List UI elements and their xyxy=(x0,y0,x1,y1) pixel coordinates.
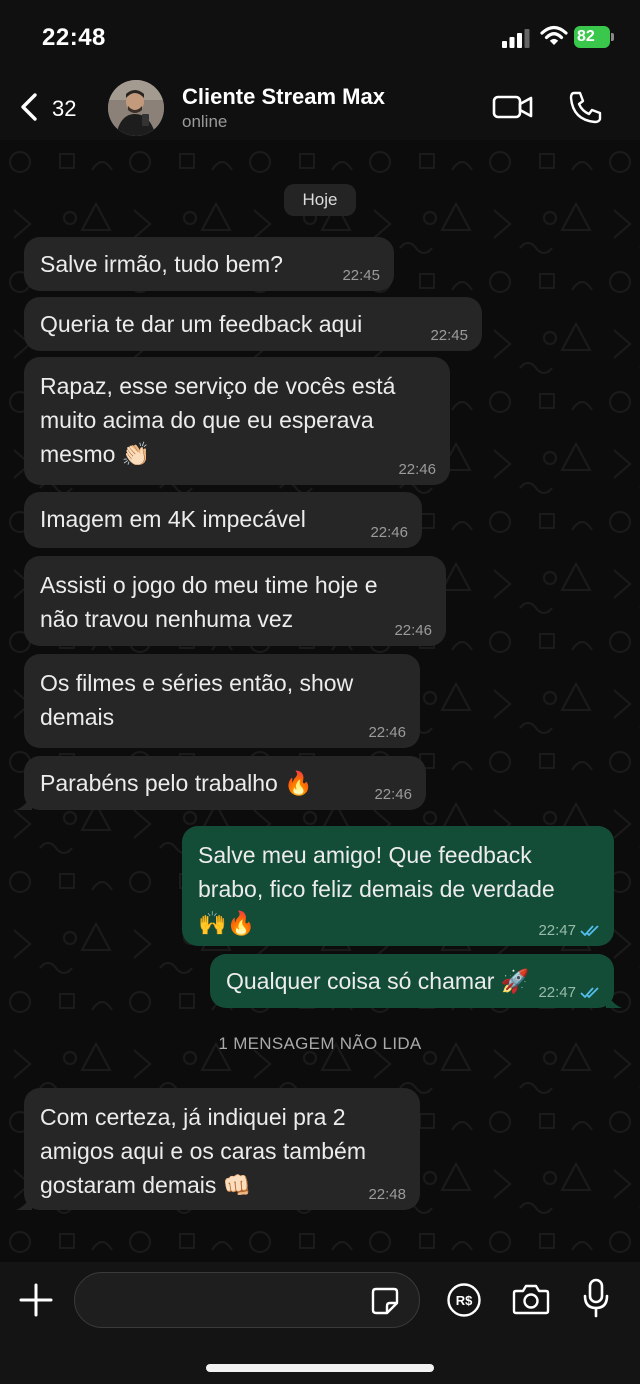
home-indicator xyxy=(206,1364,434,1372)
message-text: Queria te dar um feedback aqui xyxy=(40,311,363,337)
message-time: 22:46 xyxy=(370,524,408,541)
message-bubble-incoming[interactable]: Rapaz, esse serviço de vocês está muito … xyxy=(24,357,450,485)
message-time: 22:46 xyxy=(398,461,436,478)
message-text: Parabéns pelo trabalho 🔥 xyxy=(40,770,313,796)
message-time: 22:46 xyxy=(374,786,412,803)
battery-level: 82 xyxy=(574,26,610,48)
unread-chats-count: 32 xyxy=(52,96,77,121)
wifi-icon xyxy=(540,25,568,45)
message-text: Rapaz, esse serviço de vocês está muito … xyxy=(40,373,396,467)
message-bubble-incoming[interactable]: Com certeza, já indiquei pra 2 amigos aq… xyxy=(16,1088,420,1210)
message-text: Assisti o jogo do meu time hoje e não tr… xyxy=(40,572,378,632)
message-time: 22:48 xyxy=(368,1186,406,1203)
message-text: Salve irmão, tudo bem? xyxy=(40,251,283,277)
back-button[interactable]: 32 xyxy=(14,88,90,128)
message-bubble-incoming[interactable]: Salve irmão, tudo bem? 22:45 xyxy=(24,237,394,291)
message-bubble-incoming[interactable]: Parabéns pelo trabalho 🔥 22:46 xyxy=(16,756,426,810)
contact-name[interactable]: Cliente Stream Max xyxy=(182,84,385,110)
signal-icon xyxy=(502,29,530,48)
unread-divider: 1 MENSAGEM NÃO LIDA xyxy=(218,1034,422,1053)
message-time: 22:47 xyxy=(538,922,576,939)
battery-icon: 82 xyxy=(574,26,614,48)
status-bar: 22:48 82 xyxy=(0,0,640,74)
message-text: Imagem em 4K impecável xyxy=(40,506,306,532)
chat-header: 32 Cliente Stream Max online xyxy=(0,74,640,140)
double-check-icon xyxy=(580,987,599,999)
message-text: Os filmes e séries então, show demais xyxy=(40,670,354,730)
payment-icon[interactable]: R$ xyxy=(446,1282,482,1318)
svg-text:R$: R$ xyxy=(456,1293,473,1308)
avatar[interactable] xyxy=(108,80,164,136)
contact-status: online xyxy=(182,112,228,131)
message-time: 22:47 xyxy=(538,984,576,1001)
camera-icon[interactable] xyxy=(512,1282,550,1316)
status-time: 22:48 xyxy=(42,24,106,51)
message-time: 22:45 xyxy=(430,327,468,344)
video-call-icon[interactable] xyxy=(492,92,534,122)
message-bubble-incoming[interactable]: Os filmes e séries então, show demais 22… xyxy=(24,654,420,748)
message-bubble-outgoing[interactable]: Salve meu amigo! Que feedback brabo, fic… xyxy=(182,826,614,946)
plus-icon[interactable] xyxy=(18,1282,54,1318)
back-chevron-icon xyxy=(21,93,37,121)
message-text: Com certeza, já indiquei pra 2 amigos aq… xyxy=(40,1104,366,1198)
message-bubble-incoming[interactable]: Queria te dar um feedback aqui 22:45 xyxy=(24,297,482,351)
date-label: Hoje xyxy=(284,184,356,216)
message-bubble-incoming[interactable]: Imagem em 4K impecável 22:46 xyxy=(24,492,422,548)
message-time: 22:46 xyxy=(368,724,406,741)
message-bubble-incoming[interactable]: Assisti o jogo do meu time hoje e não tr… xyxy=(24,556,446,646)
mic-icon[interactable] xyxy=(582,1278,610,1318)
message-time: 22:46 xyxy=(394,622,432,639)
double-check-icon xyxy=(580,925,599,937)
message-time: 22:45 xyxy=(342,267,380,284)
message-bubble-outgoing[interactable]: Qualquer coisa só chamar 🚀 22:47 xyxy=(210,954,622,1008)
message-input[interactable] xyxy=(74,1272,420,1328)
chat-screen: 22:48 82 32 Cliente Stream Max online Ho… xyxy=(0,0,640,1384)
sticker-icon[interactable] xyxy=(370,1286,400,1316)
phone-icon[interactable] xyxy=(566,90,602,124)
